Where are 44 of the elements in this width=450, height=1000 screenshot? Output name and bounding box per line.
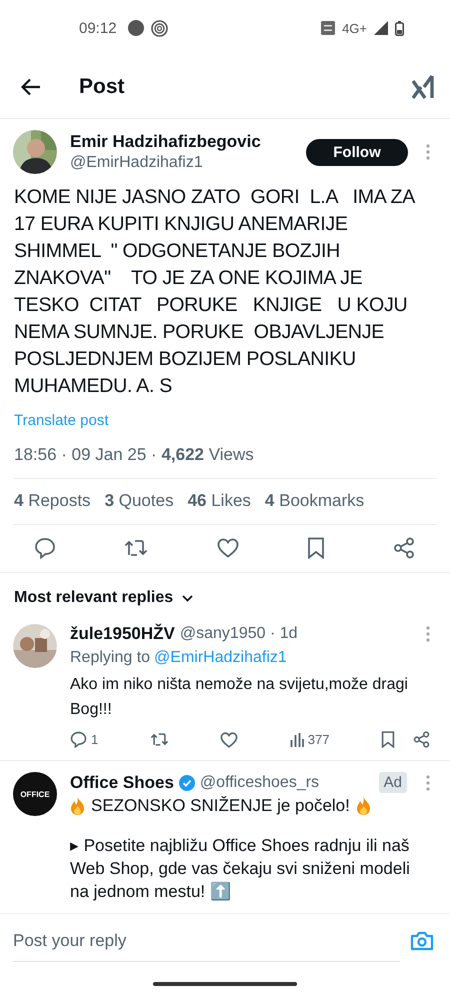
author-name: Emir Hadzihafizbegovic <box>70 132 262 152</box>
signal-icon <box>374 21 388 35</box>
repost-icon[interactable] <box>124 537 148 559</box>
engagement-stat[interactable]: 4 Bookmarks <box>264 491 364 511</box>
heart-icon[interactable] <box>220 732 238 748</box>
flame-icon <box>356 797 371 815</box>
post-meta: 18:56 · 09 Jan 25 · 4,622 Views <box>14 445 255 465</box>
sort-dropdown[interactable]: Most relevant replies <box>14 589 174 607</box>
bookmark-icon[interactable] <box>306 537 325 559</box>
network-type: 4G+ <box>342 20 367 36</box>
back-arrow-icon[interactable] <box>21 78 41 96</box>
share-icon[interactable] <box>393 537 415 559</box>
page-title: Post <box>79 75 125 99</box>
dot-icon <box>128 20 144 36</box>
ad-text: ▸ Posetite najbližu Office Shoes radnju ili naš Web Shop, gde vas čekaju svi sniženi modeli na jednom mestu! ⬆ <box>70 835 411 903</box>
post-text: KOME NIJE JASNO ZATO GORI L.A IMA ZA 17 EURA KUPITI KNJIGU ANEMARIJE SHIMMEL " ODGONETANJE BOZJIH ZNAKOVA" TO JE ZA ONE KOJIMA JE TESKO CITAT PORUKE KNJIGE U KOJU NEMA SUMNJE. PORUKE OBJAVLJENJE POSLJEDNJEM BOZIJEM POSLANIKU MUHAMEDU. A. S <box>14 185 416 399</box>
reply-text: Ako im niko ništa nemože na svijetu,može dragi Bog!!! <box>70 675 409 720</box>
advertiser-handle: @officeshoes_rs <box>200 774 320 792</box>
reply-author-name: žule1950HŽV <box>70 624 175 644</box>
repost-icon[interactable] <box>150 731 169 748</box>
flame-icon <box>70 797 85 815</box>
advertiser-name: Office Shoes <box>70 772 174 792</box>
heart-icon[interactable] <box>216 538 238 558</box>
battery-icon <box>395 20 404 36</box>
status-time: 09:12 <box>79 20 117 36</box>
reply-count: 1 <box>91 732 98 747</box>
camera-icon[interactable] <box>410 931 434 951</box>
bar-chart-icon[interactable] <box>290 732 304 747</box>
follow-button[interactable]: Follow <box>306 138 408 166</box>
engagement-stat[interactable]: 3 Quotes <box>104 491 174 511</box>
replying-to-label: Replying to <box>70 649 150 667</box>
ad-badge: Ad <box>378 772 407 793</box>
author-handle: @EmirHadzihafiz1 <box>70 154 204 172</box>
chevron-down-icon[interactable] <box>182 594 194 602</box>
reply-icon[interactable] <box>70 731 87 748</box>
ad-headline: SEZONSKO SNIŽENJE je počelo! <box>91 796 350 816</box>
reply-handle-time: @sany1950 · 1d <box>180 625 298 643</box>
view-count: 377 <box>308 732 330 747</box>
reply-icon[interactable] <box>34 537 56 559</box>
engagement-stat[interactable]: 4 Reposts <box>14 491 91 511</box>
engagement-stat[interactable]: 46 Likes <box>188 491 251 511</box>
share-icon[interactable] <box>413 731 430 748</box>
brand-logo: OFFICE <box>13 772 57 816</box>
bookmark-icon[interactable] <box>381 731 395 748</box>
